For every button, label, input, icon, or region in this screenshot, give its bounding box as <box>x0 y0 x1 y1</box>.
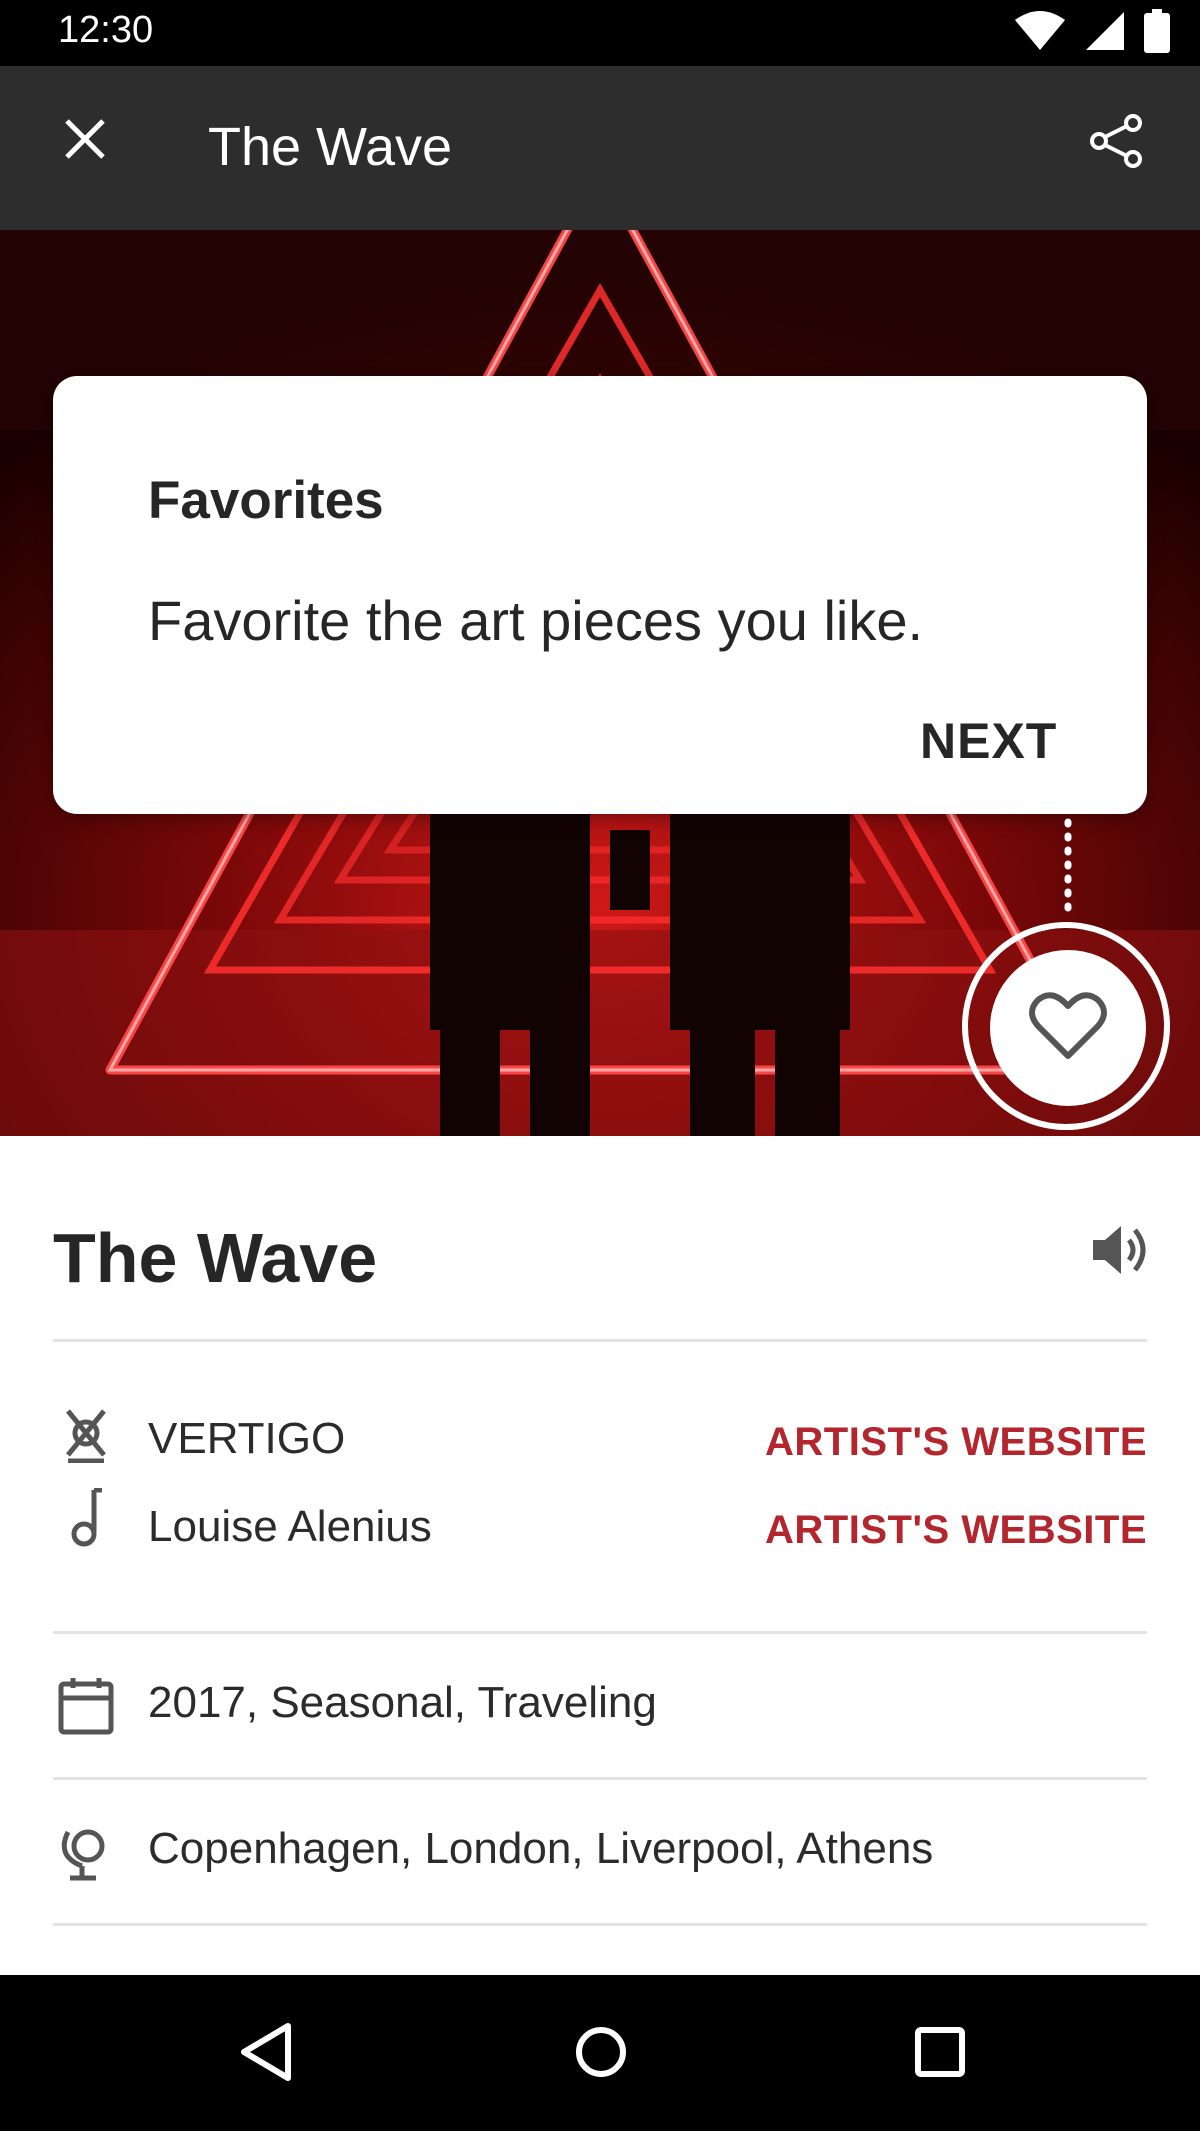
home-icon <box>573 2024 629 2085</box>
artist-website-link[interactable]: ARTIST'S WEBSITE <box>765 1420 1147 1465</box>
status-time: 12:30 <box>58 9 154 51</box>
divider <box>53 1777 1147 1780</box>
composer-website-link[interactable]: ARTIST'S WEBSITE <box>765 1508 1147 1553</box>
divider <box>53 1631 1147 1634</box>
artwork-locations: Copenhagen, London, Liverpool, Athens <box>148 1824 934 1873</box>
globe-icon <box>56 1822 116 1882</box>
app-bar <box>0 66 1200 230</box>
battery-icon <box>1144 8 1170 58</box>
wifi-icon <box>1014 10 1066 57</box>
divider <box>53 1923 1147 1926</box>
back-icon <box>238 2022 294 2087</box>
cell-signal-icon <box>1084 10 1126 57</box>
tooltip-pointer <box>1064 818 1072 924</box>
nav-recents-button[interactable] <box>892 2012 988 2096</box>
divider <box>53 1339 1147 1342</box>
share-icon <box>1089 113 1145 174</box>
close-button[interactable] <box>42 98 128 184</box>
tooltip-next-button[interactable]: NEXT <box>900 700 1077 782</box>
heart-icon <box>1028 990 1108 1067</box>
artist-icon <box>56 1406 116 1466</box>
calendar-icon <box>56 1676 116 1736</box>
composer-name: Louise Alenius <box>148 1502 432 1551</box>
artwork-title: The Wave <box>53 1219 378 1297</box>
artwork-details: 2017, Seasonal, Traveling <box>148 1678 657 1727</box>
volume-icon <box>1089 1222 1151 1283</box>
app-bar-title: The Wave <box>208 117 453 177</box>
music-note-icon <box>56 1488 116 1548</box>
tooltip-body: Favorite the art pieces you like. <box>148 589 924 652</box>
favorite-button[interactable] <box>990 950 1146 1106</box>
artist-name: VERTIGO <box>148 1414 346 1463</box>
close-icon <box>63 117 107 166</box>
recents-icon <box>914 2026 966 2083</box>
audio-button[interactable] <box>1080 1220 1160 1284</box>
status-icons <box>1014 8 1170 58</box>
tooltip-title: Favorites <box>148 471 384 530</box>
nav-home-button[interactable] <box>553 2012 649 2096</box>
nav-back-button[interactable] <box>218 2012 314 2096</box>
share-button[interactable] <box>1072 100 1162 186</box>
